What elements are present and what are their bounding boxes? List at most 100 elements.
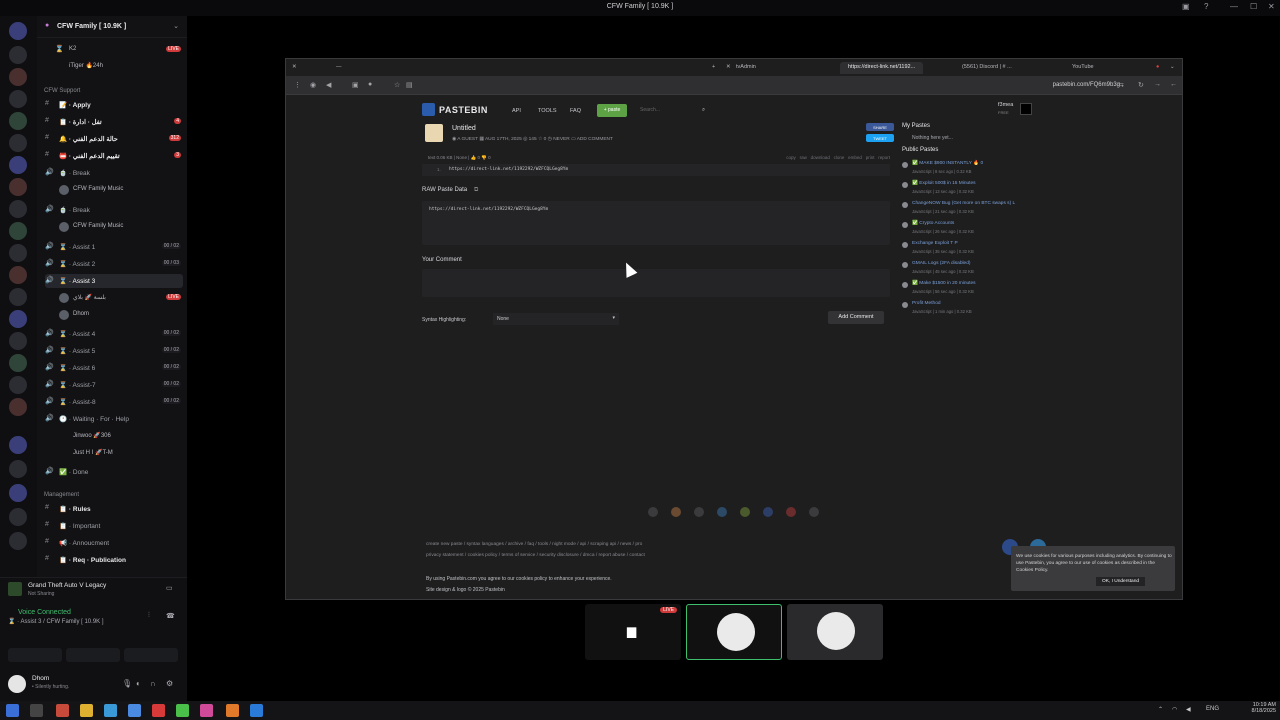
nav-faq[interactable]: FAQ — [570, 108, 581, 114]
close-button[interactable]: ✕ — [1268, 2, 1275, 11]
app-icon[interactable] — [226, 704, 239, 717]
username[interactable]: f3mea — [998, 102, 1013, 108]
help-icon[interactable]: ? — [1204, 2, 1208, 11]
channel-item[interactable]: # 📋 · Important — [45, 519, 183, 533]
raw-textarea[interactable]: https://direct-link.net/1192292/WZFCQLGe… — [422, 201, 890, 245]
public-paste-item[interactable]: ✅ Exploit 500$ in 15 Minutes JavaScript |… — [902, 181, 1046, 199]
tab-active[interactable]: https://direct-link.net/1192... — [840, 62, 924, 74]
back-icon[interactable]: ← — [1170, 81, 1177, 88]
search-icon[interactable] — [30, 704, 43, 717]
embed-link[interactable]: embed — [848, 155, 862, 160]
minimize-icon[interactable]: — — [336, 62, 342, 74]
tab-discord[interactable]: (5561) Discord | # ... — [962, 62, 1012, 74]
server-icon[interactable] — [9, 156, 27, 174]
voice-channel[interactable]: 🔊 🍵 · Break — [45, 166, 183, 180]
raw-link[interactable]: raw — [800, 155, 807, 160]
new-tab-icon[interactable]: + — [712, 62, 715, 74]
voice-user[interactable]: بلسة 🚀 بلاي LIVE — [59, 291, 183, 305]
avatar[interactable] — [8, 675, 26, 693]
category-support[interactable]: CFW Support — [44, 88, 80, 94]
public-paste-item[interactable]: Exchange Exploit T P JavaScript | 35 sec … — [902, 241, 1046, 259]
public-paste-item[interactable]: ✅ Crypto Accounts JavaScript | 26 sec ago… — [902, 221, 1046, 239]
server-icon[interactable] — [9, 484, 27, 502]
android-icon[interactable] — [740, 507, 750, 517]
app-icon[interactable] — [152, 704, 165, 717]
copy-icon[interactable]: ⧉ — [474, 187, 478, 194]
server-icon[interactable] — [9, 310, 27, 328]
gear-icon[interactable]: ⚙ — [166, 679, 173, 688]
voice-channel[interactable]: 🔊 ✅ · Done — [45, 465, 183, 479]
nav-api[interactable]: API — [512, 108, 521, 114]
public-paste-item[interactable]: GMAIL Logs (2FA disabled) JavaScript | 45… — [902, 261, 1046, 279]
server-icon[interactable] — [9, 68, 27, 86]
chevron-down-icon[interactable]: ⌄ — [1170, 62, 1175, 74]
voice-channel[interactable]: 🔊 ⌛ · Assist-7 00 / 02 — [45, 378, 183, 392]
discord-home-icon[interactable] — [9, 22, 27, 40]
voice-user[interactable]: Jinwoo 🚀306 — [59, 429, 183, 443]
comment-textarea[interactable] — [422, 269, 890, 297]
folder-icon[interactable] — [80, 704, 93, 717]
stream-thumbnail-selected[interactable] — [686, 604, 782, 660]
chrome-icon[interactable] — [648, 507, 658, 517]
public-paste-item[interactable]: ChangeNOW Bug (Get more on BTC swaps s) … — [902, 201, 1046, 219]
server-icon[interactable] — [9, 200, 27, 218]
server-icon[interactable] — [9, 266, 27, 284]
server-icon[interactable] — [9, 460, 27, 478]
app-icon[interactable] — [200, 704, 213, 717]
server-icon[interactable] — [9, 134, 27, 152]
server-icon[interactable] — [9, 244, 27, 262]
clock[interactable]: 10:19 AM 8/18/2025 — [1252, 702, 1276, 714]
voice-user[interactable]: CFW Family Music — [59, 220, 183, 234]
app-icon[interactable] — [56, 704, 69, 717]
server-icon[interactable] — [9, 90, 27, 108]
avatar[interactable] — [1020, 103, 1032, 115]
server-icon[interactable] — [9, 508, 27, 526]
voice-channel[interactable]: 🔊 ⌛ · Assist-8 00 / 02 — [45, 395, 183, 409]
tab-youtube[interactable]: YouTube — [1072, 62, 1094, 74]
install-icon[interactable]: ⇆ — [1118, 81, 1124, 89]
noise-suppression-icon[interactable]: ⫶ — [148, 612, 150, 620]
search-icon[interactable]: ⌕ — [702, 107, 705, 114]
channel-item[interactable]: # 📝 · Apply — [45, 98, 183, 112]
inbox-icon[interactable]: ▣ — [1182, 2, 1190, 11]
star-icon[interactable]: ☆ — [394, 81, 400, 89]
syntax-select[interactable]: None ▾ — [493, 313, 619, 325]
microphone-icon[interactable]: 🎙 — [122, 679, 132, 688]
app-icon[interactable] — [176, 704, 189, 717]
channel-item[interactable]: # 📋 · تفل · ادارة 4 — [45, 115, 183, 129]
footer-links[interactable]: create new paste / syntax languages / ar… — [426, 542, 642, 547]
cookie-accept-button[interactable]: OK, I Understand — [1096, 577, 1145, 586]
stream-thumbnail[interactable]: LIVE ▆ — [585, 604, 681, 660]
ios-icon[interactable] — [694, 507, 704, 517]
code-line[interactable]: https://direct-link.net/1192292/WZFCQLGe… — [449, 167, 568, 172]
firefox-icon[interactable] — [671, 507, 681, 517]
new-paste-button[interactable]: + paste — [597, 104, 627, 117]
channel-item[interactable]: # 📛 · تقييم الدعم الفني 3 — [45, 149, 183, 163]
voice-channel-name[interactable]: ⌛ · Assist 3 / CFW Family [ 10.9K ] — [8, 618, 104, 625]
voice-channel[interactable]: 🔊 🕐 · Waiting · For · Help — [45, 412, 183, 426]
url-field[interactable]: pastebin.com/FQ6m9b3g — [1053, 82, 1120, 88]
server-icon[interactable] — [9, 178, 27, 196]
maximize-button[interactable]: ☐ — [1250, 2, 1257, 11]
wifi-icon[interactable]: ◠ — [1172, 706, 1177, 713]
screen-share-icon[interactable]: ▭ — [166, 584, 173, 592]
chevron-up-icon[interactable]: ⌃ — [1158, 706, 1163, 713]
deafen-icon[interactable]: ◐ — [136, 679, 141, 688]
tab-close-icon[interactable]: ✕ — [726, 62, 731, 74]
reload-icon[interactable]: ↻ — [1138, 81, 1144, 89]
voice-user[interactable]: Dhom — [59, 308, 183, 322]
app-icon[interactable] — [104, 704, 117, 717]
add-comment-button[interactable]: Add Comment — [828, 311, 884, 324]
public-paste-item[interactable]: ✅ Make $1500 in 20 minutes JavaScript | 5… — [902, 281, 1046, 299]
server-icon[interactable] — [9, 398, 27, 416]
extension-icon[interactable]: ◉ — [310, 81, 316, 89]
speaker-icon[interactable]: ◀ — [1186, 706, 1191, 713]
channel-item[interactable]: # 📢 · Annoucment — [45, 536, 183, 550]
facebook-icon[interactable] — [763, 507, 773, 517]
extension-icon[interactable]: ▣ — [352, 81, 359, 89]
public-paste-item[interactable]: ✅ MAKE $900 INSTANTLY 🔥 0 JavaScript | 8 … — [902, 161, 1046, 179]
copy-link[interactable]: copy — [786, 155, 796, 160]
voice-channel[interactable]: 🔊 🍵 · Break — [45, 203, 183, 217]
voice-user[interactable]: CFW Family Music — [59, 183, 183, 197]
vscode-icon[interactable] — [250, 704, 263, 717]
